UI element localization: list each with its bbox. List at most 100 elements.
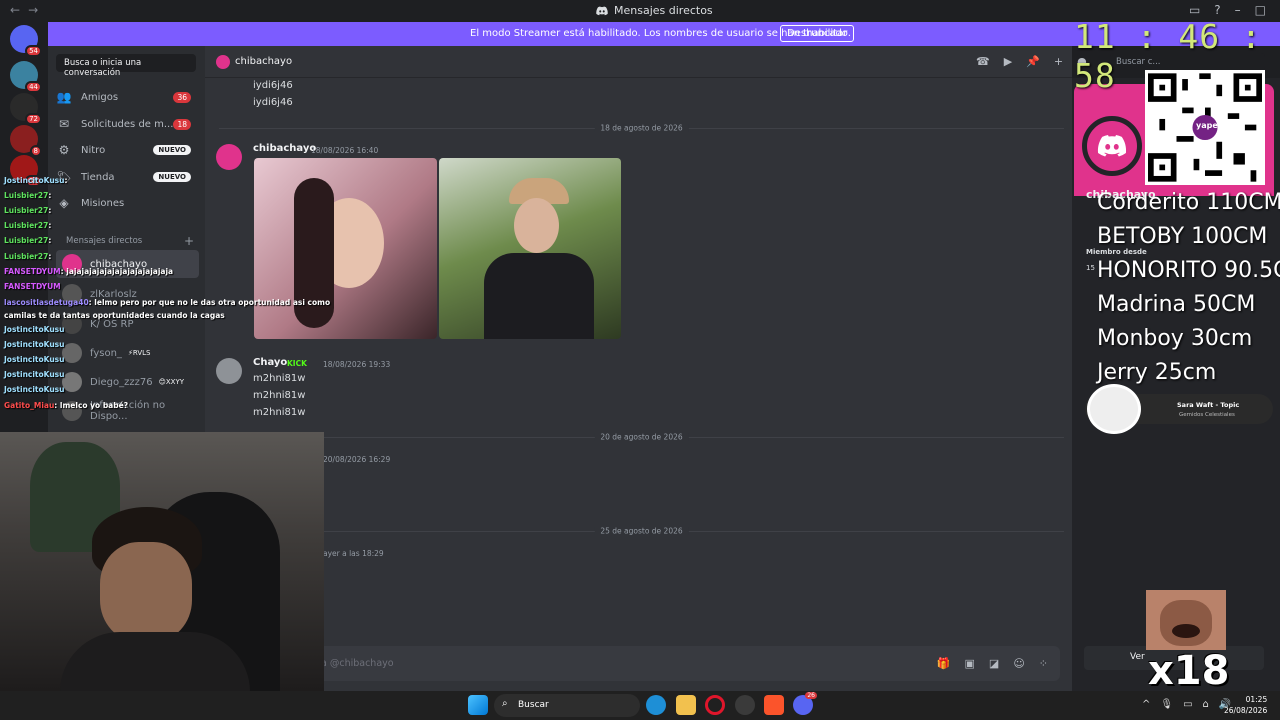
stream-chat-line: JostincitoKusu bbox=[4, 340, 65, 349]
friends-icon: 👥 bbox=[56, 90, 72, 104]
member-since-value: 15 bbox=[1086, 264, 1095, 272]
guild-badge: 8 bbox=[29, 145, 42, 157]
apps-icon[interactable]: ⁘ bbox=[1039, 657, 1048, 670]
new-badge: NUEVO bbox=[153, 145, 191, 155]
server-icon[interactable]: 72 bbox=[10, 93, 42, 125]
message-author[interactable]: chibachayo bbox=[253, 143, 316, 154]
stream-chat-line: JostincitoKusu bbox=[4, 370, 65, 379]
stream-chat-line: Luisbier27: bbox=[4, 236, 52, 245]
microphone-icon[interactable]: 🎙 bbox=[1160, 699, 1173, 710]
chat-header-actions: ☎ ▶ 📌 + ● bbox=[976, 55, 1087, 68]
minimize-icon[interactable]: – bbox=[1235, 3, 1241, 17]
add-friends-icon[interactable]: + bbox=[1054, 55, 1063, 68]
avatar[interactable] bbox=[216, 358, 242, 384]
attached-photo[interactable] bbox=[254, 158, 437, 339]
date-divider: 18 de agosto de 2026 bbox=[219, 123, 1064, 133]
inbox-icon[interactable]: ▭ bbox=[1189, 3, 1200, 17]
dm-name: Diego_zzz76 bbox=[90, 376, 153, 388]
search-icon: ⌕ bbox=[502, 698, 508, 709]
discord-taskbar-icon[interactable]: 26 bbox=[793, 692, 817, 715]
chat-recipient-name[interactable]: chibachayo bbox=[235, 56, 292, 67]
emoji-icon[interactable]: ☺ bbox=[1013, 657, 1024, 670]
attached-photo[interactable] bbox=[439, 158, 621, 339]
stream-chat-line: FANSETDYUM bbox=[4, 282, 61, 291]
file-explorer-icon[interactable] bbox=[676, 695, 696, 715]
composer-actions: 🎁 ▣ ◪ ☺ ⁘ bbox=[937, 657, 1048, 670]
stream-chat-line: JostincitoKusu: bbox=[4, 176, 68, 185]
quests-icon: ◈ bbox=[59, 196, 69, 210]
message-line: iydi6j46 bbox=[253, 97, 293, 108]
nav-arrows[interactable]: ←→ bbox=[10, 3, 46, 17]
help-icon[interactable]: ? bbox=[1214, 3, 1220, 17]
sidebar-item-friends[interactable]: 👥 Amigos 36 bbox=[56, 86, 199, 108]
discord-icon bbox=[596, 6, 608, 15]
taskbar-search-label: Buscar bbox=[518, 700, 549, 710]
edge-icon[interactable] bbox=[646, 695, 666, 715]
network-icon[interactable]: ⌂ bbox=[1203, 699, 1209, 710]
date-divider: 25 de agosto de 2026 bbox=[219, 526, 1064, 536]
stream-chat-line: JostincitoKusu bbox=[4, 385, 65, 394]
sidebar-item-quests[interactable]: ◈ Misiones bbox=[56, 192, 199, 214]
chevron-up-icon[interactable]: ^ bbox=[1142, 699, 1150, 710]
sticker-icon[interactable]: ◪ bbox=[989, 657, 999, 670]
sidebar-item-message-requests[interactable]: ✉ Solicitudes de m... 18 bbox=[56, 113, 199, 135]
window-controls: ▭ ? – □ bbox=[1189, 3, 1266, 17]
taskbar-time: 01:25 bbox=[1245, 695, 1268, 704]
message-timestamp: 18/08/2026 19:33 bbox=[323, 360, 391, 369]
brave-icon[interactable] bbox=[764, 695, 784, 715]
sidebar-item-nitro[interactable]: ⚙ Nitro NUEVO bbox=[56, 139, 199, 161]
guild-badge: 72 bbox=[25, 113, 42, 125]
obs-icon[interactable] bbox=[735, 695, 755, 715]
home-dm-button[interactable]: 54 bbox=[10, 25, 42, 57]
window-title-text: Mensajes directos bbox=[614, 4, 713, 17]
stream-chat-line: FANSETDYUM: jajajajajajajajajajajajajaja bbox=[4, 267, 174, 276]
display-icon[interactable]: ▭ bbox=[1183, 699, 1192, 710]
avatar[interactable] bbox=[216, 144, 242, 170]
system-tray: ^ 🎙 ▭ ⌂ 🔊 bbox=[1142, 699, 1231, 710]
message-author[interactable]: Chayo bbox=[253, 357, 287, 368]
ranking-entry: Corderito 110CM bbox=[1097, 190, 1280, 215]
server-icon[interactable]: 8 bbox=[10, 125, 42, 157]
profile-avatar[interactable] bbox=[1082, 116, 1142, 176]
sidebar-item-shop[interactable]: 🏷 Tienda NUEVO bbox=[56, 166, 199, 188]
dm-tag: ⚡RVLS bbox=[127, 349, 151, 357]
stream-chat-line: Gatito_Miau: lmelco yo babé? bbox=[4, 401, 129, 410]
ranking-entry: HONORITO 90.5C bbox=[1097, 258, 1280, 283]
stream-chat-line: lascositlasdetuga40: lelmo pero por que … bbox=[4, 298, 331, 307]
message-line: m2hni81w bbox=[253, 390, 306, 401]
requests-badge: 18 bbox=[173, 118, 191, 130]
server-icon[interactable]: 44 bbox=[10, 61, 42, 93]
ranking-entry: BETOBY 100CM bbox=[1097, 224, 1268, 249]
taskbar-search[interactable]: ⌕ Buscar bbox=[494, 694, 640, 717]
opera-icon[interactable] bbox=[705, 695, 725, 715]
nitro-icon: ⚙ bbox=[58, 143, 70, 157]
chat-header: chibachayo ☎ ▶ 📌 + ● Buscar c... bbox=[205, 46, 1265, 78]
ranking-entry: Jerry 25cm bbox=[1097, 360, 1217, 385]
gif-icon[interactable]: ▣ bbox=[965, 657, 975, 670]
pinned-messages-icon[interactable]: 📌 bbox=[1026, 55, 1040, 68]
taskbar-date: 26/08/2026 bbox=[1224, 706, 1268, 715]
message-list: iydi6j46 iydi6j46 18 de agosto de 2026 c… bbox=[205, 78, 1072, 691]
create-dm-icon[interactable]: + bbox=[184, 234, 194, 248]
gift-icon[interactable]: 🎁 bbox=[937, 657, 951, 670]
maximize-icon[interactable]: □ bbox=[1255, 3, 1266, 17]
guild-badge: 54 bbox=[25, 45, 42, 57]
disable-streamer-button[interactable]: Deshabilitar bbox=[780, 25, 855, 42]
sidebar-item-label: Nitro bbox=[81, 144, 106, 156]
taskbar-clock[interactable]: 01:25 26/08/2026 bbox=[1224, 694, 1267, 716]
voice-call-icon[interactable]: ☎ bbox=[976, 55, 990, 68]
dm-item[interactable]: fyson_ ⚡RVLS bbox=[56, 339, 199, 367]
multiplier-overlay: x18 bbox=[1148, 648, 1230, 694]
message-input[interactable]: a @chibachayo 🎁 ▣ ◪ ☺ ⁘ bbox=[217, 646, 1060, 681]
message-input-placeholder: a @chibachayo bbox=[321, 658, 394, 669]
video-call-icon[interactable]: ▶ bbox=[1004, 55, 1012, 68]
qr-code: yape bbox=[1145, 70, 1265, 185]
find-conversation-button[interactable]: Busca o inicia una conversación bbox=[56, 54, 196, 78]
dm-item[interactable]: Diego_zzz76 😊XXYY bbox=[56, 368, 199, 396]
now-playing-widget: Sara Waft - Topic Gemidos Celestiales bbox=[1085, 384, 1273, 434]
dm-name: K/ OS RP bbox=[90, 318, 134, 330]
now-playing-subtitle: Gemidos Celestiales bbox=[1179, 412, 1235, 418]
date-divider: 20 de agosto de 2026 bbox=[219, 432, 1064, 442]
windows-start-icon[interactable] bbox=[468, 695, 488, 715]
sidebar-item-label: Misiones bbox=[81, 197, 125, 209]
